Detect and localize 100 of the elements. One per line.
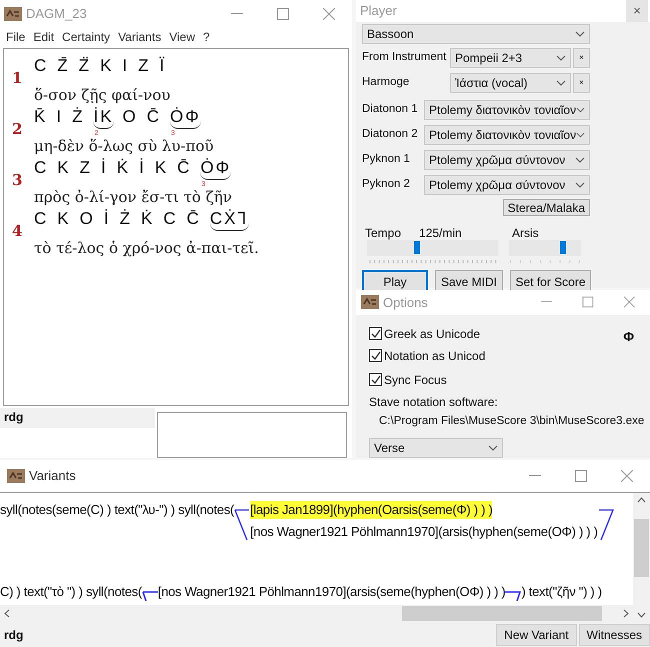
branch-connector — [505, 591, 522, 601]
menu-item[interactable]: ? — [203, 28, 210, 46]
variant-code: syll(notes(seme(C) ) text("λυ-") ) syll(notes( — [0, 501, 234, 519]
chevron-down-icon — [576, 132, 585, 138]
notation-symbol: Ï — [160, 54, 166, 76]
notation-symbol: K̄ — [34, 106, 48, 128]
notation-symbol: Ż — [120, 208, 132, 230]
notation-symbol: K̇ — [140, 208, 154, 230]
notation-symbol: İ — [104, 208, 111, 230]
chevron-down-icon — [575, 157, 585, 163]
variant-button[interactable]: Witnesses — [578, 624, 650, 646]
mode-dropdown[interactable]: Verse — [369, 438, 503, 458]
checkbox[interactable] — [369, 349, 382, 362]
notation-symbol: K — [57, 156, 71, 178]
menu-item[interactable]: Edit — [33, 28, 54, 46]
notation-symbol: C — [34, 54, 48, 76]
field-label: From Instrument — [362, 50, 448, 66]
notation-symbol: C̄ — [177, 156, 192, 178]
tempo-label: Tempo — [365, 225, 402, 240]
notation-symbol: Z — [80, 156, 92, 178]
branch-connector — [142, 591, 158, 601]
scrollbar-thumb[interactable] — [634, 518, 649, 576]
tempo-reading: 125/min — [419, 225, 462, 240]
scroll-right-icon[interactable] — [623, 609, 629, 618]
variant-button[interactable]: New Variant — [496, 624, 577, 646]
window-title: Player — [360, 2, 397, 20]
slider-thumb[interactable] — [414, 241, 420, 254]
slider-thumb[interactable] — [560, 241, 566, 254]
clear-button[interactable]: × — [573, 48, 590, 68]
chevron-down-icon — [556, 80, 566, 86]
notation-symbol: C̄ — [146, 106, 162, 128]
scale-dropdown[interactable]: Ptolemy διατονικὸν τονιαῖον — [424, 100, 590, 120]
notation-symbol: O — [122, 106, 138, 128]
variant-reading[interactable]: [lapis Jan1899](hyphen(Oarsis(seme(Φ) ) ) ) — [250, 501, 492, 519]
lyrics-line: ὅ-σον ζῇς φαί-νου — [34, 86, 170, 104]
menu-item[interactable]: Variants — [118, 28, 162, 46]
clear-button[interactable]: × — [573, 73, 590, 93]
variant-reading[interactable]: [nos Wagner1921 Pöhlmann1970](arsis(hyphen(seme(OΦ) ) ) ) — [250, 523, 598, 541]
window-title: Options — [383, 294, 428, 312]
checkbox-label: Greek as Unicode — [384, 326, 480, 343]
line-number: 3 — [12, 170, 24, 192]
text-field[interactable] — [157, 412, 347, 458]
preset-dropdown[interactable]: Ἰάστια (vocal) — [450, 73, 571, 93]
field-label: Diatonon 1 — [362, 102, 419, 118]
notation-symbol: İ — [139, 156, 146, 178]
scroll-left-icon[interactable] — [4, 609, 10, 618]
notation-symbol: İ — [101, 156, 108, 178]
field-label: Pyknon 2 — [362, 177, 411, 192]
scale-dropdown[interactable]: Ptolemy διατονικὸν τονιαῖον — [424, 125, 590, 145]
chevron-down-icon — [556, 55, 566, 61]
scrollbar-thumb[interactable] — [402, 606, 602, 622]
app-icon — [4, 7, 22, 21]
checkbox-label: Sync Focus — [384, 372, 447, 389]
notation-symbol: Ż — [72, 106, 84, 128]
notation-symbol: K — [154, 156, 168, 178]
chevron-down-icon — [576, 107, 585, 113]
line-number: 1 — [12, 68, 24, 90]
notation-symbol: O — [80, 208, 95, 230]
rdg-header: rdg — [0, 408, 155, 428]
line-number: 2 — [12, 119, 24, 140]
notation-symbol: K — [100, 54, 114, 76]
menu-item[interactable]: Certainty — [62, 28, 110, 46]
variant-code: C) ) text("τὸ ") ) syll(notes( — [0, 583, 142, 601]
notation-symbol: Z̈ — [78, 54, 92, 76]
checkbox[interactable] — [369, 373, 382, 386]
notation-symbol: K̇ — [116, 156, 130, 178]
instrument-dropdown[interactable]: Bassoon — [362, 24, 590, 44]
arsis-label: Arsis — [511, 225, 540, 240]
variant-code: ) text("ζῆν ") ) ) — [521, 583, 602, 601]
checkbox[interactable] — [369, 327, 382, 340]
window-title: DAGM_23 — [26, 5, 87, 24]
chevron-down-icon — [575, 31, 585, 37]
notation-symbol: Z̄ — [57, 54, 70, 76]
close-button[interactable]: × — [626, 0, 648, 22]
notation-symbol: C — [34, 156, 48, 178]
lyrics-line: τὸ τέ-λος ὁ χρό-νος ἀ-παι-τεῖ. — [34, 238, 259, 256]
scale-dropdown[interactable]: Ptolemy χρῶμα σύντονον — [424, 175, 590, 195]
app-icon — [7, 469, 25, 483]
scroll-down-icon[interactable] — [637, 612, 646, 618]
menu-item[interactable]: View — [169, 28, 195, 46]
scale-dropdown[interactable]: Ptolemy χρῶμα σύντονον — [424, 150, 590, 170]
slider-track[interactable] — [509, 240, 581, 256]
chevron-down-icon — [488, 445, 498, 451]
notation-symbol: K — [57, 208, 71, 230]
scroll-up-icon[interactable] — [637, 497, 646, 503]
software-label: Stave notation software: — [369, 394, 499, 411]
variant-reading[interactable]: [nos Wagner1921 Pöhlmann1970](arsis(seme(hyphen(OΦ) ) ) ) — [158, 583, 506, 601]
preset-dropdown[interactable]: Pompeii 2+3 — [450, 48, 571, 68]
line-number: 4 — [12, 221, 24, 242]
field-label: Harmoge — [362, 75, 410, 90]
app-icon — [361, 295, 379, 310]
notation-symbol: I — [122, 54, 130, 76]
notation-symbol: I — [56, 106, 64, 128]
notation-symbol: C — [163, 208, 178, 230]
field-label: Pyknon 1 — [362, 152, 411, 168]
sterea-malaka-button[interactable]: Sterea/Malaka — [502, 199, 590, 216]
notation-symbol: C̄ — [186, 208, 201, 230]
menu-item[interactable]: File — [6, 28, 26, 46]
slider-track[interactable] — [367, 240, 498, 256]
software-path: C:\Program Files\MuseScore 3\bin\MuseScore3.exe — [379, 414, 644, 429]
